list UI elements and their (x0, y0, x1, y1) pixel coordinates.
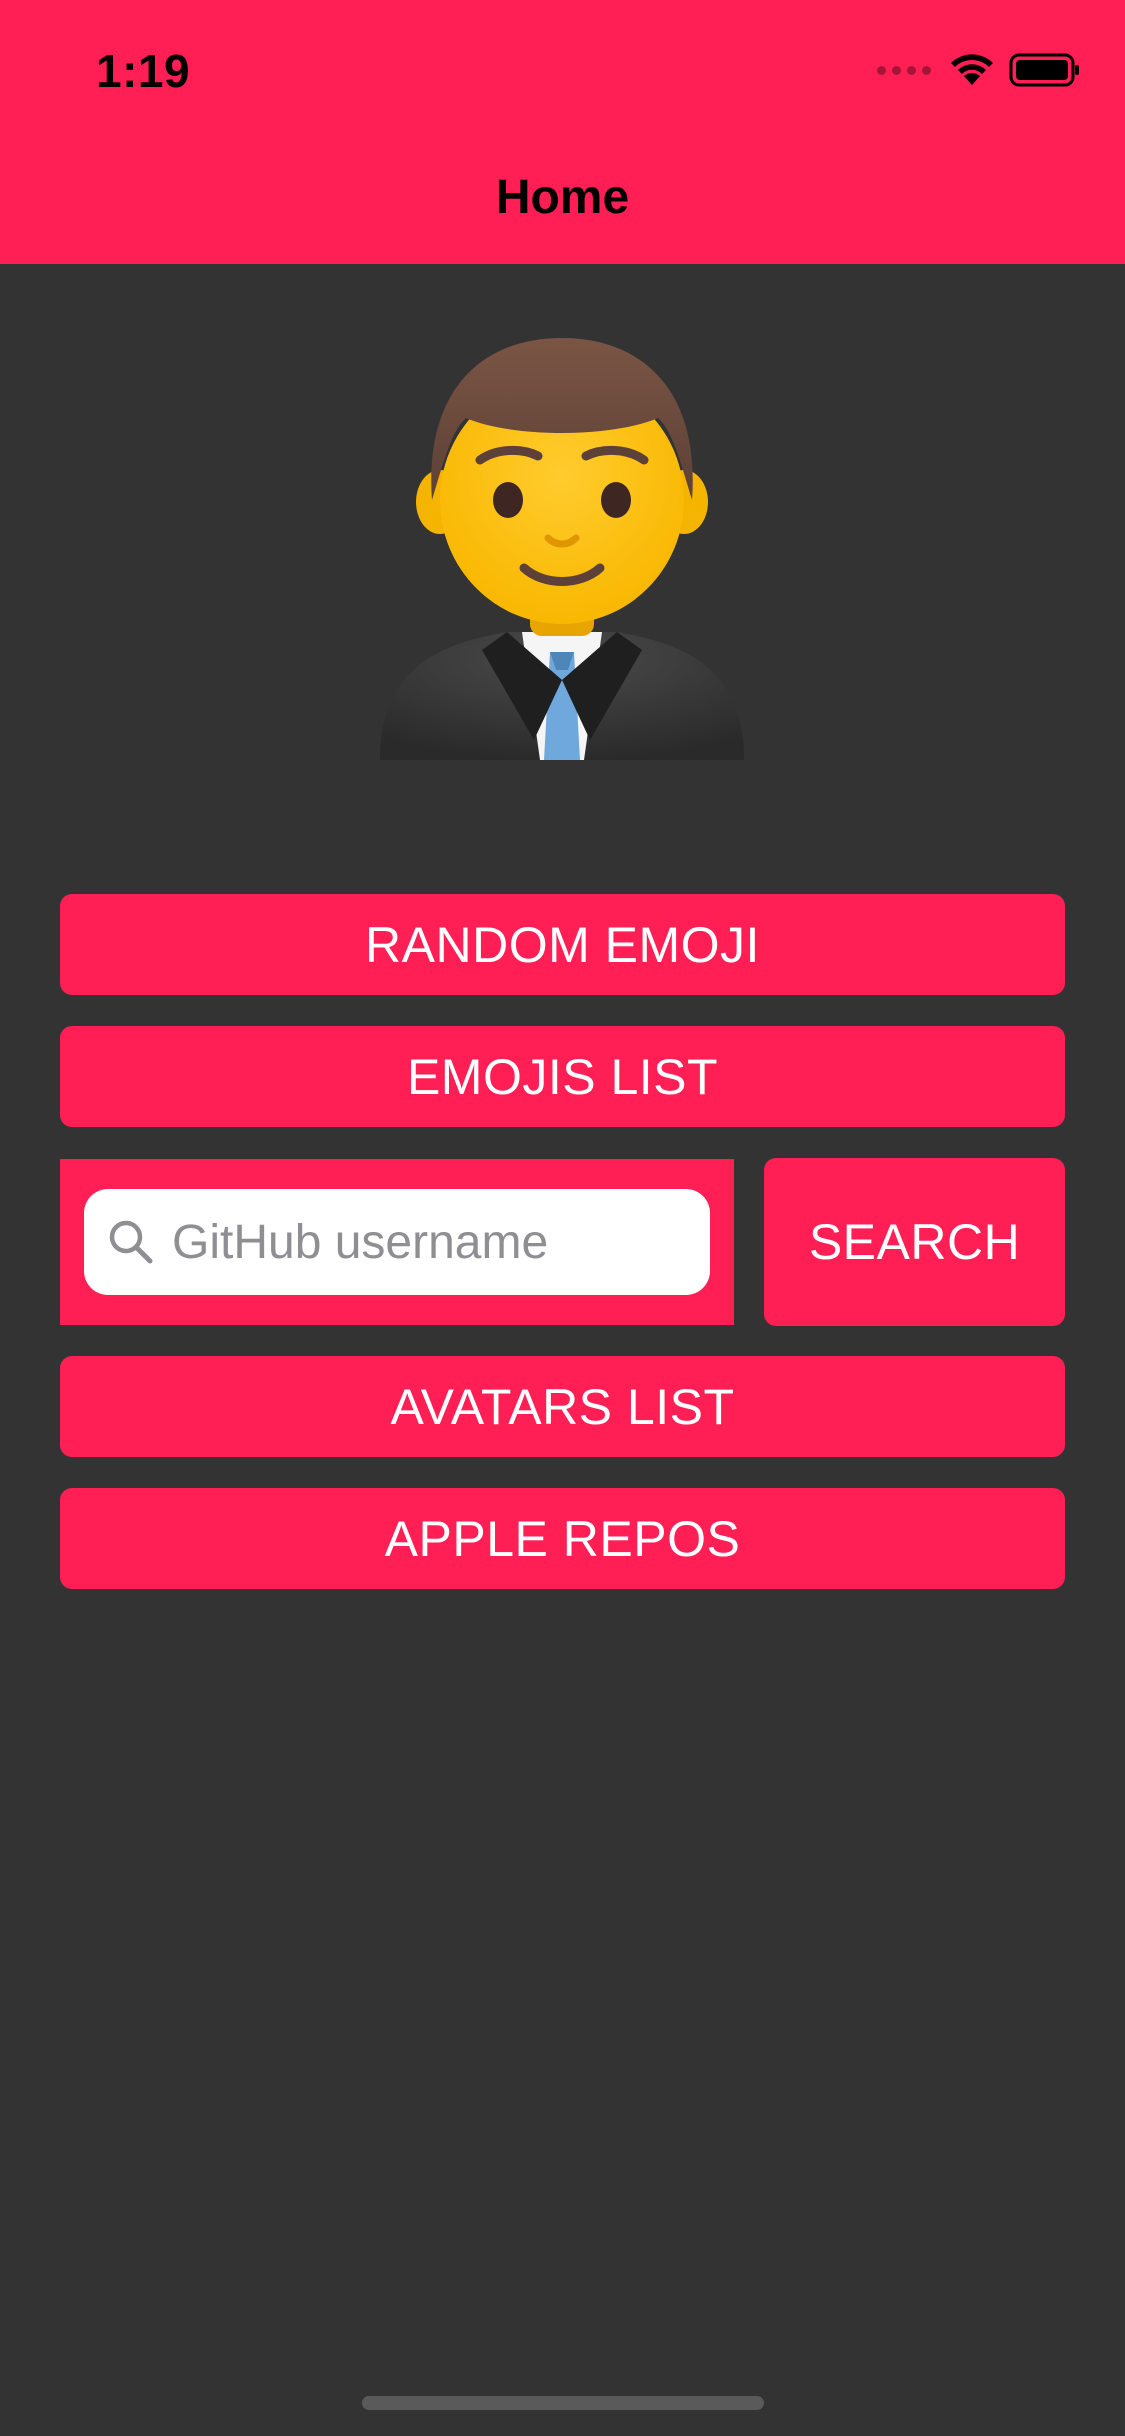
home-screen: 1:19 Home RANDOM EMOJI EMOJIS LIST GitHu… (0, 0, 1125, 2436)
home-indicator[interactable] (362, 2396, 764, 2410)
status-indicators (877, 48, 1081, 92)
navigation-header: 1:19 Home (0, 0, 1125, 264)
search-bar-container (60, 1159, 734, 1325)
search-icon (109, 1220, 153, 1264)
emojis-list-button[interactable]: EMOJIS LIST (60, 1026, 1065, 1127)
search-button[interactable]: SEARCH (764, 1158, 1065, 1326)
status-time: 1:19 (96, 45, 191, 97)
man-office-worker-icon (362, 330, 762, 770)
battery-icon (1009, 53, 1079, 87)
search-field[interactable] (84, 1189, 710, 1295)
apple-repos-button[interactable]: APPLE REPOS (60, 1488, 1065, 1589)
avatars-list-button[interactable]: AVATARS LIST (60, 1356, 1065, 1457)
page-title: Home (495, 171, 630, 224)
wifi-icon (951, 54, 993, 85)
cellular-signal-icon (877, 65, 931, 75)
random-emoji-button[interactable]: RANDOM EMOJI (60, 894, 1065, 995)
github-username-input[interactable] (172, 1214, 692, 1270)
